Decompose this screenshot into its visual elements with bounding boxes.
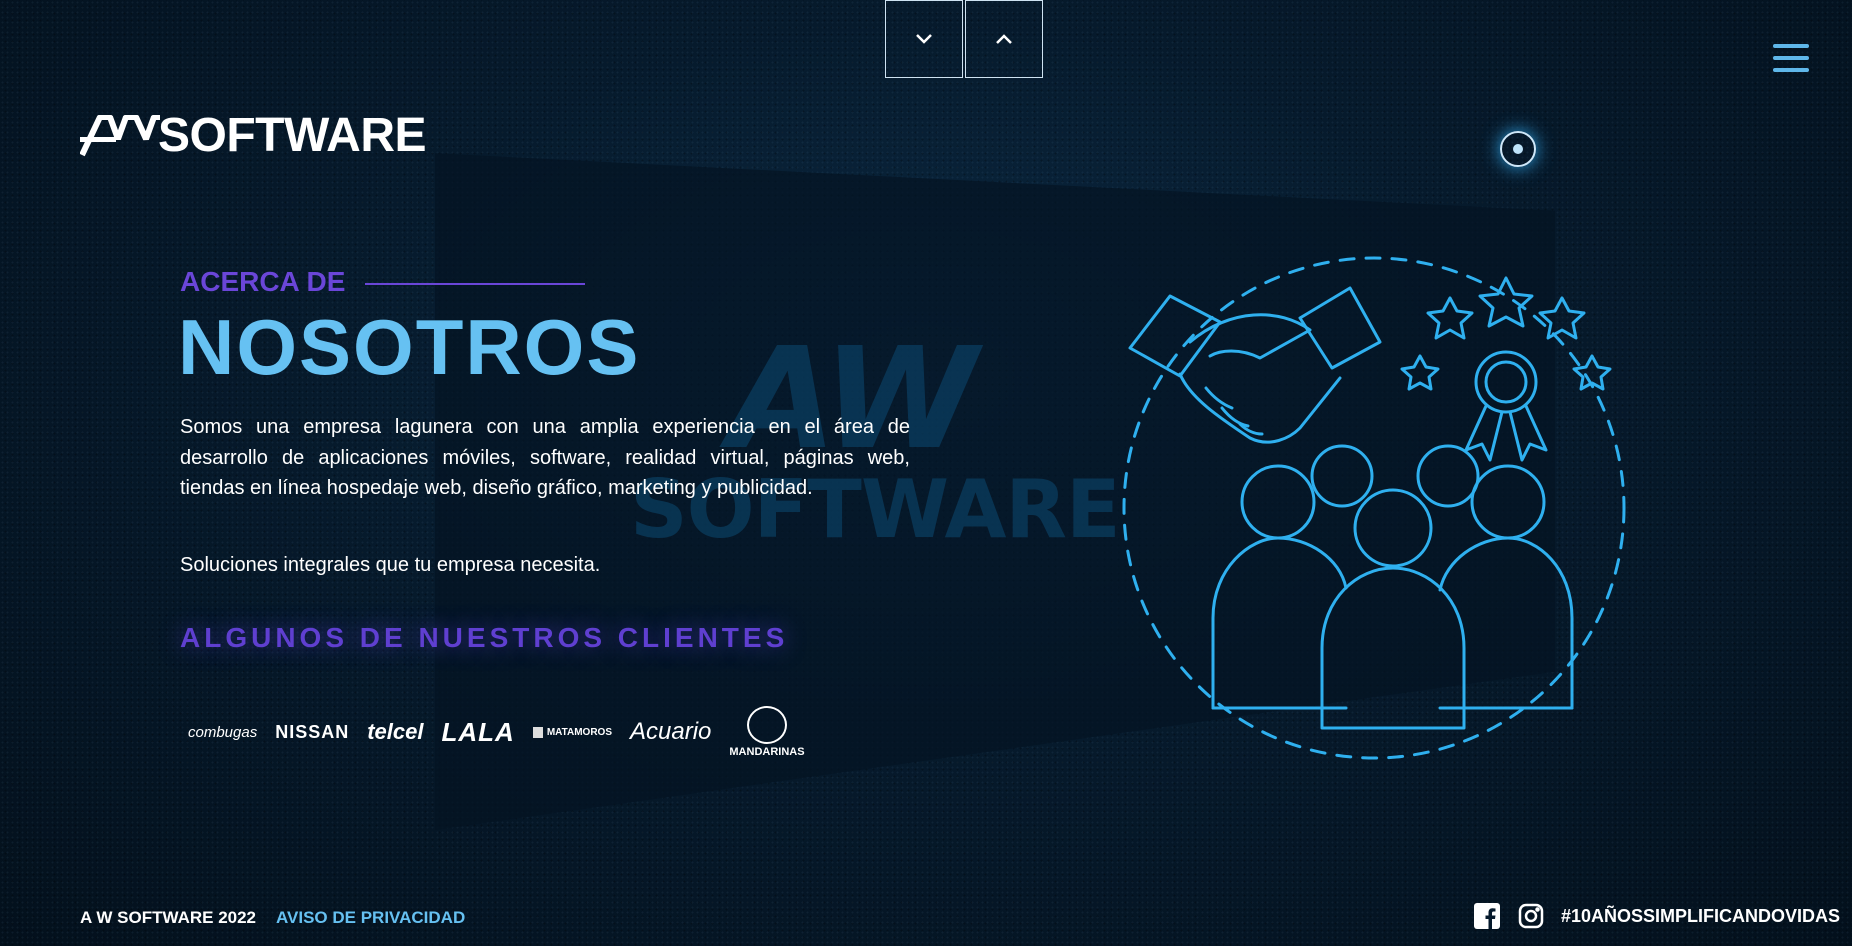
clients-heading: ALGUNOS DE NUESTROS CLIENTES — [180, 622, 789, 653]
client-logo-mandarinas: MANDARINAS — [729, 706, 805, 758]
teamwork-illustration — [1122, 256, 1626, 760]
about-description: Somos una empresa lagunera con una ampli… — [180, 416, 910, 499]
instagram-icon[interactable] — [1517, 902, 1545, 930]
client-logo-acuario: Acuario — [630, 718, 712, 745]
about-eyebrow: ACERCA DE — [180, 266, 586, 298]
section-nav-arrows — [885, 0, 1043, 78]
chevron-down-icon — [916, 34, 932, 44]
hamburger-menu-icon[interactable] — [1773, 44, 1809, 76]
people-group-icon — [1211, 444, 1574, 730]
eyebrow-divider — [365, 283, 586, 285]
page-dot-indicator[interactable] — [1500, 131, 1536, 167]
page-title: NOSOTROS — [178, 303, 641, 391]
brand-logo[interactable]: SOFTWARE — [80, 108, 427, 163]
footer-right: #10AÑOSSIMPLIFICANDOVIDAS — [1473, 902, 1840, 930]
scroll-down-button[interactable] — [885, 0, 963, 78]
facebook-icon[interactable] — [1473, 902, 1501, 930]
chevron-up-icon — [996, 34, 1012, 44]
client-logo-lala: LALA — [441, 716, 515, 747]
aw-logo-mark — [80, 114, 160, 156]
footer-copyright: A W SOFTWARE 2022 — [80, 908, 257, 927]
client-logo-nissan: NISSAN — [275, 721, 350, 742]
award-medal-icon — [1400, 276, 1612, 462]
client-logo-matamoros: MATAMOROS — [532, 726, 612, 738]
footer-left: A W SOFTWARE 2022 AVISO DE PRIVACIDAD — [80, 908, 465, 928]
campaign-hashtag: #10AÑOSSIMPLIFICANDOVIDAS — [1560, 905, 1840, 926]
client-logo-combugas: combugas — [188, 723, 258, 741]
eyebrow-text: ACERCA DE — [180, 266, 346, 297]
logo-text: SOFTWARE — [158, 109, 427, 162]
about-tagline: Soluciones integrales que tu empresa nec… — [180, 554, 601, 576]
client-logos: combugas NISSAN telcel LALA MATAMOROS Ac… — [188, 706, 805, 758]
client-logo-telcel: telcel — [367, 719, 424, 744]
scroll-up-button[interactable] — [965, 0, 1043, 78]
mandarinas-text: MANDARINAS — [729, 746, 805, 758]
privacy-link[interactable]: AVISO DE PRIVACIDAD — [276, 908, 465, 928]
mandarinas-badge-icon — [746, 706, 787, 744]
